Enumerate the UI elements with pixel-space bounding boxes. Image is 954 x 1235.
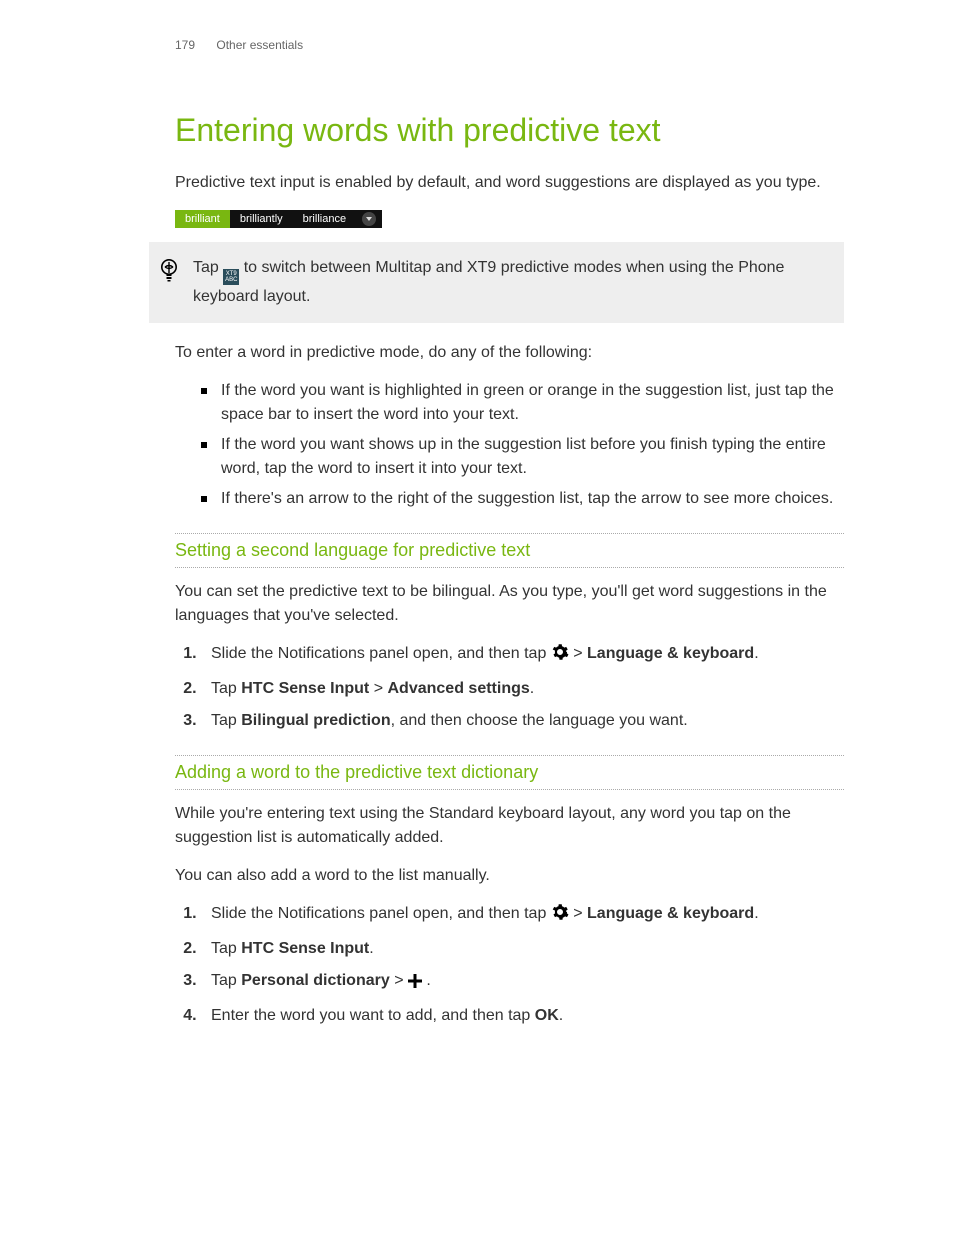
- list-item: If the word you want is highlighted in g…: [201, 379, 844, 427]
- xt9-mode-icon: XT9 ABC: [223, 269, 239, 285]
- intro-paragraph: Predictive text input is enabled by defa…: [175, 171, 844, 195]
- lead-paragraph: To enter a word in predictive mode, do a…: [175, 341, 844, 365]
- list-item: Tap Bilingual prediction, and then choos…: [201, 709, 844, 733]
- tip-text: Tap XT9 ABC to switch between Multitap a…: [193, 256, 826, 309]
- gear-icon: [551, 643, 569, 669]
- lightbulb-icon: [159, 258, 179, 287]
- suggestion-more-arrow: [356, 210, 382, 228]
- suggestion-item: brilliance: [293, 210, 356, 228]
- suggestion-bar: brilliant brilliantly brilliance: [175, 210, 382, 228]
- list-item: If the word you want shows up in the sug…: [201, 433, 844, 481]
- sec2-p2: You can also add a word to the list manu…: [175, 864, 844, 888]
- suggestion-item: brilliantly: [230, 210, 293, 228]
- sec2-p1: While you're entering text using the Sta…: [175, 802, 844, 850]
- list-item: If there's an arrow to the right of the …: [201, 487, 844, 511]
- subheading-second-language: Setting a second language for predictive…: [175, 533, 844, 568]
- page-number: 179: [175, 38, 195, 52]
- steps-list: Slide the Notifications panel open, and …: [175, 902, 844, 1028]
- bullet-list: If the word you want is highlighted in g…: [175, 379, 844, 511]
- chevron-down-icon: [362, 212, 376, 226]
- list-item: Tap HTC Sense Input.: [201, 937, 844, 961]
- sec1-intro: You can set the predictive text to be bi…: [175, 580, 844, 628]
- list-item: Enter the word you want to add, and then…: [201, 1004, 844, 1028]
- steps-list: Slide the Notifications panel open, and …: [175, 642, 844, 733]
- page-header: 179 Other essentials: [175, 38, 844, 52]
- section-name: Other essentials: [216, 38, 303, 52]
- list-item: Tap HTC Sense Input > Advanced settings.: [201, 677, 844, 701]
- list-item: Slide the Notifications panel open, and …: [201, 902, 844, 929]
- subheading-add-word: Adding a word to the predictive text dic…: [175, 755, 844, 790]
- suggestion-highlighted: brilliant: [175, 210, 230, 228]
- list-item: Tap Personal dictionary > .: [201, 969, 844, 996]
- list-item: Slide the Notifications panel open, and …: [201, 642, 844, 669]
- plus-icon: [408, 972, 422, 996]
- tip-callout: Tap XT9 ABC to switch between Multitap a…: [149, 242, 844, 323]
- document-page: 179 Other essentials Entering words with…: [0, 0, 954, 1106]
- gear-icon: [551, 903, 569, 929]
- page-title: Entering words with predictive text: [175, 112, 844, 149]
